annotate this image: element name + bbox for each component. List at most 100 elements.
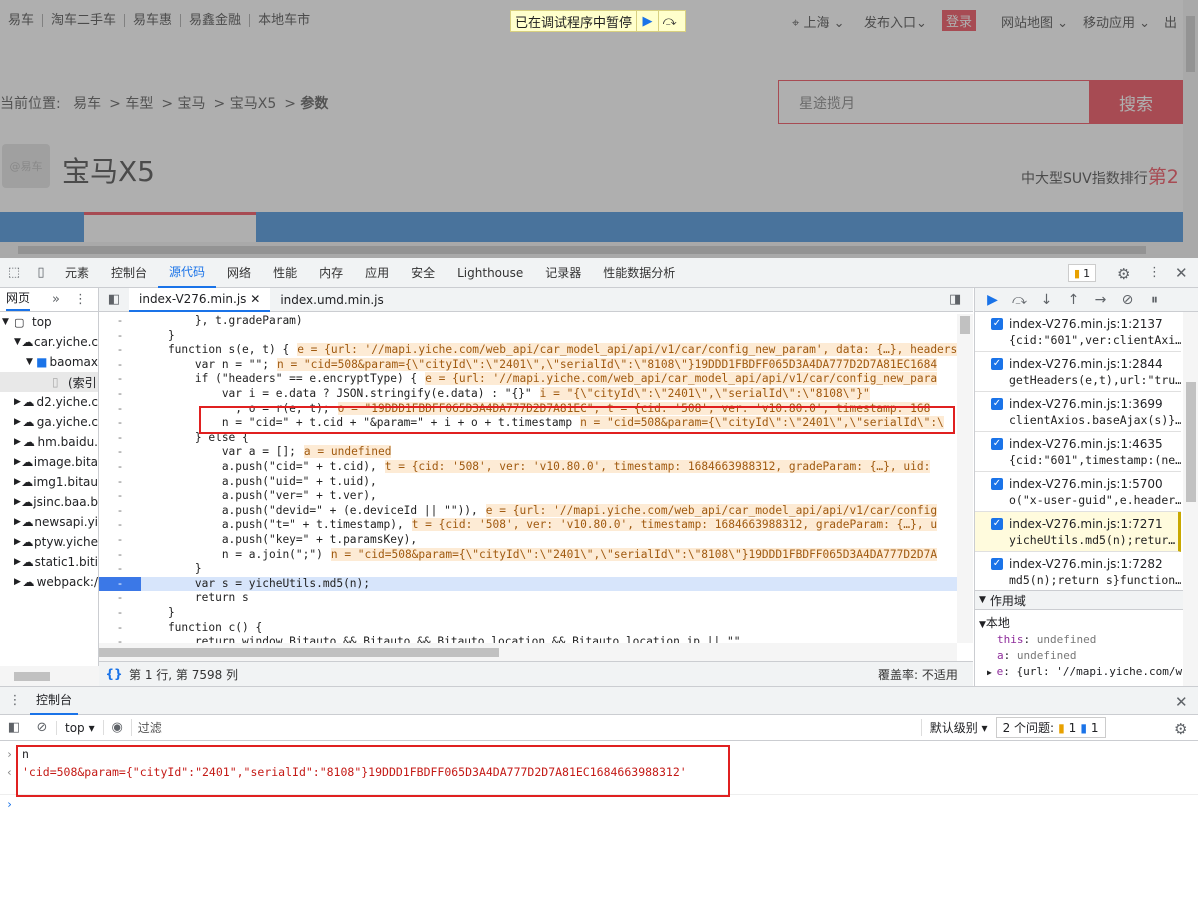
breadcrumb-item[interactable]: 宝马 — [178, 96, 206, 112]
drawer-menu-icon[interactable]: ⋮ — [0, 693, 30, 708]
more-options-icon[interactable]: ⋮ — [1148, 265, 1161, 280]
toggle-debugger-icon[interactable]: ◨ — [949, 292, 961, 307]
scope-var[interactable]: a: undefined — [997, 648, 1182, 664]
tree-item-domain[interactable]: ▶ ☁ image.bita — [0, 452, 98, 472]
tree-item-domain[interactable]: ▼ ☁ car.yiche.c — [0, 332, 98, 352]
line-gutter[interactable]: - — [99, 358, 141, 373]
tab-security[interactable]: 安全 — [400, 258, 446, 288]
clear-console-icon[interactable]: ⊘ — [28, 720, 56, 735]
tree-item-domain[interactable]: ▶ ☁ static1.biti — [0, 552, 98, 572]
breakpoint-checkbox[interactable]: ✓ — [991, 518, 1003, 530]
editor-horizontal-scrollbar[interactable] — [99, 643, 957, 661]
breakpoint-checkbox[interactable]: ✓ — [991, 358, 1003, 370]
site-map-menu[interactable]: 网站地图 ⌄ — [1001, 12, 1068, 31]
tab-network[interactable]: 网络 — [216, 258, 262, 288]
line-gutter[interactable]: - — [99, 518, 141, 533]
line-gutter[interactable]: - — [99, 548, 141, 563]
close-devtools-icon[interactable]: ✕ — [1175, 264, 1188, 282]
live-expression-eye-icon[interactable]: ◉ — [102, 720, 131, 735]
top-link-local[interactable]: 本地车市 — [250, 14, 318, 27]
step-icon[interactable]: → — [1087, 292, 1114, 308]
show-sidebar-icon[interactable]: ◧ — [0, 720, 28, 735]
breakpoint-item[interactable]: ✓ index-V276.min.js:1:7282 md5(n);return s… — [975, 552, 1181, 592]
publish-menu[interactable]: 发布入口⌄ — [864, 12, 927, 31]
console-filter-input[interactable]: 过滤 — [130, 719, 921, 736]
tree-item-domain[interactable]: ▶ ☁ jsinc.baa.b — [0, 492, 98, 512]
console-prompt[interactable]: › — [0, 795, 1198, 813]
more-tabs-icon[interactable]: » — [52, 292, 60, 307]
breadcrumb-item[interactable]: 宝马X5 — [230, 96, 277, 112]
line-gutter[interactable]: - — [99, 416, 141, 431]
line-gutter[interactable]: - — [99, 372, 141, 387]
navigator-menu-icon[interactable]: ⋮ — [74, 292, 87, 307]
breakpoint-item[interactable]: ✓ index-V276.min.js:1:3699 clientAxios.bas… — [975, 392, 1181, 432]
tree-item-folder[interactable]: ▼ ■ baomax — [0, 352, 98, 372]
tab-performance-insights[interactable]: 性能数据分析 — [592, 258, 686, 288]
tree-item-domain[interactable]: ▶ ☁ img1.bitau — [0, 472, 98, 492]
line-gutter[interactable]: - — [99, 562, 141, 577]
breakpoint-item[interactable]: ✓ index-V276.min.js:1:5700 o("x-user-guid"… — [975, 472, 1181, 512]
console-issues-button[interactable]: 2 个问题: ▮ 1 ▮ 1 — [995, 717, 1106, 738]
tree-item-domain[interactable]: ▶ ☁ newsapi.yi — [0, 512, 98, 532]
tree-item-domain[interactable]: ▶ ☁ ptyw.yiche — [0, 532, 98, 552]
site-tab-active[interactable] — [84, 212, 256, 242]
line-gutter[interactable]: - — [99, 504, 141, 519]
editor-vertical-scrollbar[interactable] — [957, 314, 973, 643]
exit-link[interactable]: 出 — [1164, 12, 1177, 31]
pause-on-exceptions-icon[interactable]: ⏸ — [1141, 292, 1168, 308]
breadcrumb-item[interactable]: 车型 — [125, 96, 153, 112]
scope-local[interactable]: ▼本地 — [979, 614, 1010, 631]
line-gutter[interactable]: - — [99, 489, 141, 504]
tree-item-domain[interactable]: ▶ ☁ webpack:/ — [0, 572, 98, 592]
mobile-app-menu[interactable]: 移动应用 ⌄ — [1083, 12, 1150, 31]
line-gutter[interactable]: - — [99, 314, 141, 329]
editor-tab-active[interactable]: index-V276.min.js ✕ — [129, 287, 271, 312]
pretty-print-icon[interactable]: {} — [99, 667, 129, 681]
line-gutter[interactable]: - — [99, 387, 141, 402]
tab-performance[interactable]: 性能 — [262, 258, 308, 288]
console-settings-icon[interactable]: ⚙ — [1174, 720, 1187, 738]
tab-console[interactable]: 控制台 — [100, 258, 158, 288]
top-link-finance[interactable]: 易鑫金融 — [181, 13, 251, 27]
close-tab-icon[interactable]: ✕ — [250, 292, 260, 306]
drawer-tab-console[interactable]: 控制台 — [30, 687, 79, 715]
deactivate-breakpoints-icon[interactable]: ⊘ — [1114, 292, 1141, 308]
line-gutter[interactable]: - — [99, 445, 141, 460]
line-gutter[interactable]: - — [99, 402, 141, 417]
site-search-input[interactable]: 星途揽月 — [778, 80, 1090, 124]
tree-item-top[interactable]: ▼ ▢ top — [0, 312, 98, 332]
step-over-icon[interactable]: ⤼ — [658, 11, 680, 31]
tree-item-domain[interactable]: ▶ ☁ ga.yiche.c — [0, 412, 98, 432]
scope-header[interactable]: ▼ 作用域 — [975, 590, 1198, 610]
tab-elements[interactable]: 元素 — [54, 258, 100, 288]
top-link-used-car[interactable]: 淘车二手车 — [43, 13, 126, 27]
debugger-scrollbar[interactable] — [1183, 312, 1198, 686]
breakpoint-checkbox[interactable]: ✓ — [991, 318, 1003, 330]
tab-lighthouse[interactable]: Lighthouse — [446, 258, 534, 288]
navigator-tab-page[interactable]: 网页 — [6, 289, 31, 311]
toggle-navigator-icon[interactable]: ◧ — [99, 292, 129, 307]
navigator-horizontal-scrollbar[interactable] — [0, 666, 99, 686]
line-gutter[interactable]: - — [99, 606, 141, 621]
breakpoint-item[interactable]: ✓ index-V276.min.js:1:2844 getHeaders(e,t)… — [975, 352, 1181, 392]
top-link-yiche[interactable]: 易车 — [0, 13, 44, 27]
step-out-icon[interactable]: ↑ — [1060, 292, 1087, 308]
resume-icon[interactable]: ▶ — [636, 11, 658, 31]
line-gutter[interactable]: - — [99, 343, 141, 358]
editor-tab[interactable]: index.umd.min.js — [270, 288, 393, 312]
inspect-element-icon[interactable]: ⬚ — [0, 265, 28, 280]
site-search-button[interactable]: 搜索 — [1089, 80, 1183, 124]
step-over-icon[interactable]: ⤼ — [1006, 292, 1033, 308]
breakpoint-checkbox[interactable]: ✓ — [991, 478, 1003, 490]
close-drawer-icon[interactable]: ✕ — [1175, 693, 1188, 711]
settings-gear-icon[interactable]: ⚙ — [1117, 265, 1130, 283]
breakpoint-item[interactable]: ✓ index-V276.min.js:1:2137 {cid:"601",ver:… — [975, 312, 1181, 352]
breakpoint-checkbox[interactable]: ✓ — [991, 398, 1003, 410]
line-gutter[interactable]: - — [99, 329, 141, 344]
line-gutter[interactable]: - — [99, 475, 141, 490]
breakpoint-checkbox[interactable]: ✓ — [991, 438, 1003, 450]
resume-icon[interactable]: ▶ — [979, 292, 1006, 308]
tab-application[interactable]: 应用 — [354, 258, 400, 288]
tree-item-file[interactable]: ▯ (索引 — [0, 372, 98, 392]
line-gutter[interactable]: - — [99, 431, 141, 446]
